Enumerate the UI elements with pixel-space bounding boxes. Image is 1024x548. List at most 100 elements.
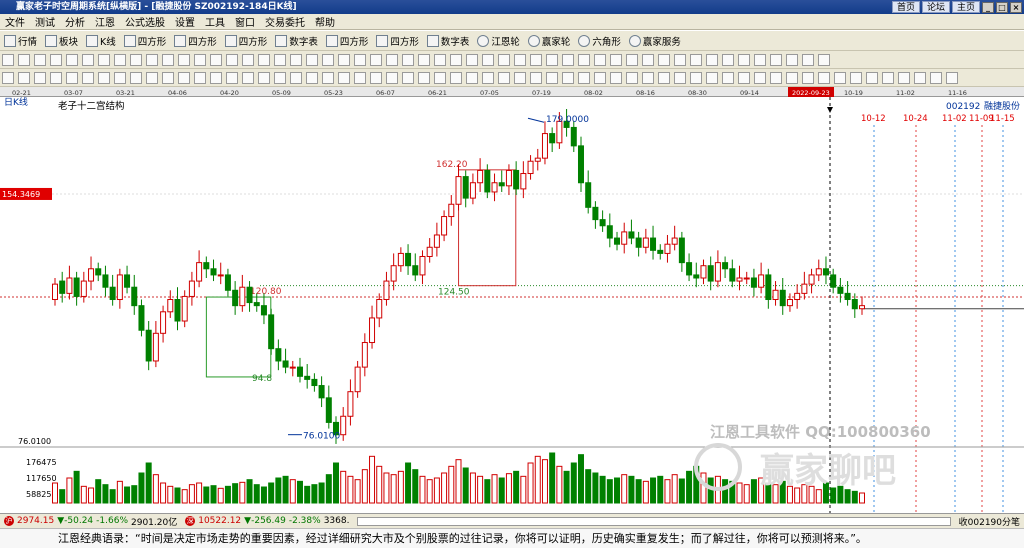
menu-help[interactable]: 帮助 [310, 14, 340, 29]
drawing-tool-icon-7[interactable] [98, 53, 110, 66]
drawing-tool-icon-37[interactable] [578, 53, 590, 66]
indicator-tool-icon-49[interactable] [770, 71, 782, 84]
indicator-tool-icon-40[interactable] [626, 71, 638, 84]
drawing-tool-icon-15[interactable] [226, 53, 238, 66]
drawing-tool-icon-10[interactable] [146, 53, 158, 66]
indicator-tool-icon-41[interactable] [642, 71, 654, 84]
indicator-tool-icon-23[interactable] [354, 71, 366, 84]
drawing-tool-icon-21[interactable] [322, 53, 334, 66]
drawing-tool-icon-25[interactable] [386, 53, 398, 66]
tool-square-5[interactable]: 四方形 [372, 32, 423, 50]
horizontal-scrollbar[interactable] [357, 516, 951, 526]
menu-settings[interactable]: 设置 [170, 14, 200, 29]
indicator-tool-icon-37[interactable] [578, 71, 590, 84]
indicator-tool-icon-56[interactable] [882, 71, 894, 84]
indicator-tool-icon-52[interactable] [818, 71, 830, 84]
indicator-tool-icon-21[interactable] [322, 71, 334, 84]
drawing-tool-icon-28[interactable] [434, 53, 446, 66]
indicator-tool-icon-54[interactable] [850, 71, 862, 84]
tool-winner-service[interactable]: 赢家服务 [625, 32, 685, 50]
menu-test[interactable]: 测试 [30, 14, 60, 29]
indicator-tool-icon-17[interactable] [258, 71, 270, 84]
indicator-tool-icon-11[interactable] [162, 71, 174, 84]
tool-number-table[interactable]: 数字表 [271, 32, 322, 50]
tool-winner-wheel[interactable]: 赢家轮 [524, 32, 575, 50]
sh-index-segment[interactable]: 沪 2974.15 ▼-50.24 -1.66% 2901.20亿 [0, 515, 181, 528]
drawing-tool-icon-2[interactable] [18, 53, 30, 66]
tick-info[interactable]: 收002190分笔 [955, 515, 1024, 528]
indicator-tool-icon-47[interactable] [738, 71, 750, 84]
drawing-tool-icon-29[interactable] [450, 53, 462, 66]
indicator-tool-icon-14[interactable] [210, 71, 222, 84]
indicator-tool-icon-59[interactable] [930, 71, 942, 84]
drawing-tool-icon-23[interactable] [354, 53, 366, 66]
drawing-tool-icon-33[interactable] [514, 53, 526, 66]
indicator-tool-icon-58[interactable] [914, 71, 926, 84]
indicator-tool-icon-1[interactable] [2, 71, 14, 84]
drawing-tool-icon-48[interactable] [754, 53, 766, 66]
drawing-tool-icon-24[interactable] [370, 53, 382, 66]
indicator-tool-icon-15[interactable] [226, 71, 238, 84]
maximize-button[interactable]: □ [996, 1, 1008, 13]
drawing-tool-icon-6[interactable] [82, 53, 94, 66]
tool-number-table-2[interactable]: 数字表 [423, 32, 474, 50]
drawing-tool-icon-11[interactable] [162, 53, 174, 66]
drawing-tool-icon-52[interactable] [818, 53, 830, 66]
menu-formula[interactable]: 公式选股 [120, 14, 170, 29]
tool-sector[interactable]: 板块 [41, 32, 82, 50]
indicator-tool-icon-30[interactable] [466, 71, 478, 84]
drawing-tool-icon-30[interactable] [466, 53, 478, 66]
home-link[interactable]: 首页 [891, 1, 920, 13]
indicator-tool-icon-12[interactable] [178, 71, 190, 84]
indicator-tool-icon-9[interactable] [130, 71, 142, 84]
indicator-tool-icon-13[interactable] [194, 71, 206, 84]
drawing-tool-icon-49[interactable] [770, 53, 782, 66]
indicator-tool-icon-24[interactable] [370, 71, 382, 84]
indicator-tool-icon-48[interactable] [754, 71, 766, 84]
indicator-tool-icon-4[interactable] [50, 71, 62, 84]
indicator-tool-icon-42[interactable] [658, 71, 670, 84]
close-button[interactable]: × [1010, 1, 1022, 13]
indicator-tool-icon-20[interactable] [306, 71, 318, 84]
drawing-tool-icon-36[interactable] [562, 53, 574, 66]
drawing-tool-icon-50[interactable] [786, 53, 798, 66]
indicator-tool-icon-7[interactable] [98, 71, 110, 84]
indicator-tool-icon-53[interactable] [834, 71, 846, 84]
indicator-tool-icon-46[interactable] [722, 71, 734, 84]
tool-gann-wheel[interactable]: 江恩轮 [473, 32, 524, 50]
tool-kline[interactable]: K线 [82, 32, 120, 50]
indicator-tool-icon-3[interactable] [34, 71, 46, 84]
indicator-tool-icon-57[interactable] [898, 71, 910, 84]
minimize-button[interactable]: _ [982, 1, 994, 13]
indicator-tool-icon-50[interactable] [786, 71, 798, 84]
indicator-tool-icon-35[interactable] [546, 71, 558, 84]
drawing-tool-icon-34[interactable] [530, 53, 542, 66]
drawing-tool-icon-27[interactable] [418, 53, 430, 66]
drawing-tool-icon-22[interactable] [338, 53, 350, 66]
tool-square-2[interactable]: 四方形 [170, 32, 221, 50]
homepage-link[interactable]: 主页 [951, 1, 980, 13]
drawing-tool-icon-4[interactable] [50, 53, 62, 66]
drawing-tool-icon-31[interactable] [482, 53, 494, 66]
drawing-tool-icon-18[interactable] [274, 53, 286, 66]
drawing-tool-icon-41[interactable] [642, 53, 654, 66]
drawing-tool-icon-47[interactable] [738, 53, 750, 66]
indicator-tool-icon-60[interactable] [946, 71, 958, 84]
drawing-tool-icon-40[interactable] [626, 53, 638, 66]
indicator-tool-icon-6[interactable] [82, 71, 94, 84]
indicator-tool-icon-26[interactable] [402, 71, 414, 84]
indicator-tool-icon-38[interactable] [594, 71, 606, 84]
indicator-tool-icon-36[interactable] [562, 71, 574, 84]
indicator-tool-icon-2[interactable] [18, 71, 30, 84]
menu-trade[interactable]: 交易委托 [260, 14, 310, 29]
indicator-tool-icon-55[interactable] [866, 71, 878, 84]
tool-quote[interactable]: 行情 [0, 32, 41, 50]
drawing-tool-icon-26[interactable] [402, 53, 414, 66]
drawing-tool-icon-5[interactable] [66, 53, 78, 66]
drawing-tool-icon-13[interactable] [194, 53, 206, 66]
menu-analysis[interactable]: 分析 [60, 14, 90, 29]
menu-window[interactable]: 窗口 [230, 14, 260, 29]
indicator-tool-icon-8[interactable] [114, 71, 126, 84]
indicator-tool-icon-31[interactable] [482, 71, 494, 84]
indicator-tool-icon-19[interactable] [290, 71, 302, 84]
